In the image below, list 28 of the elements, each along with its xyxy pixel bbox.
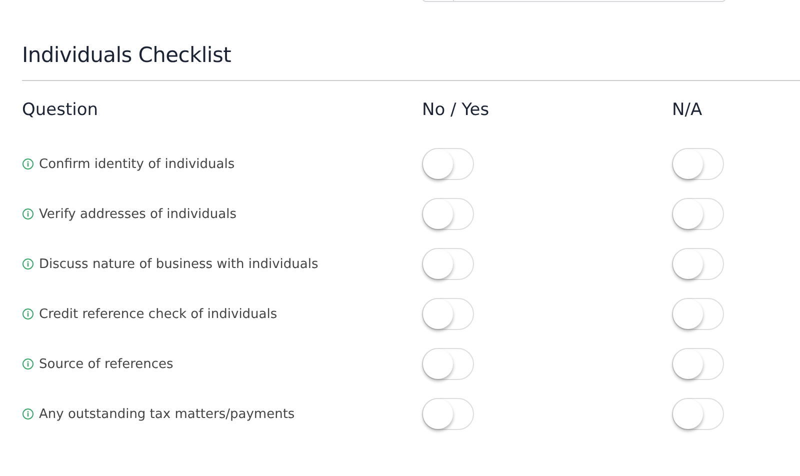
toggle-switch[interactable] — [672, 348, 724, 380]
info-icon[interactable] — [22, 308, 34, 320]
toggle-switch[interactable] — [672, 148, 724, 180]
column-header: N/A — [672, 100, 702, 120]
info-icon[interactable] — [22, 208, 34, 220]
toggle-switch[interactable] — [672, 248, 724, 280]
info-icon[interactable] — [22, 158, 34, 170]
toggle-switch[interactable] — [422, 148, 474, 180]
toggle-switch[interactable] — [672, 398, 724, 430]
toggle-switch[interactable] — [422, 398, 474, 430]
question-label: Credit reference check of individuals — [39, 306, 278, 322]
toggle-switch[interactable] — [672, 198, 724, 230]
toggle-switch[interactable] — [422, 348, 474, 380]
toggle-switch[interactable] — [422, 298, 474, 330]
question-label: Confirm identity of individuals — [39, 156, 235, 172]
question-label: Source of references — [39, 356, 174, 372]
info-icon[interactable] — [22, 258, 34, 270]
question-label: Discuss nature of business with individuals — [39, 256, 318, 272]
toggle-switch[interactable] — [422, 198, 474, 230]
toggle-switch[interactable] — [672, 298, 724, 330]
info-icon[interactable] — [22, 408, 34, 420]
column-header: Question — [22, 100, 98, 120]
toggle-switch[interactable] — [422, 248, 474, 280]
column-header: No / Yes — [422, 100, 490, 120]
info-icon[interactable] — [22, 358, 34, 370]
question-label: Verify addresses of individuals — [39, 206, 237, 222]
question-label: Any outstanding tax matters/payments — [39, 406, 295, 422]
section-title: Individuals Checklist — [22, 42, 232, 68]
